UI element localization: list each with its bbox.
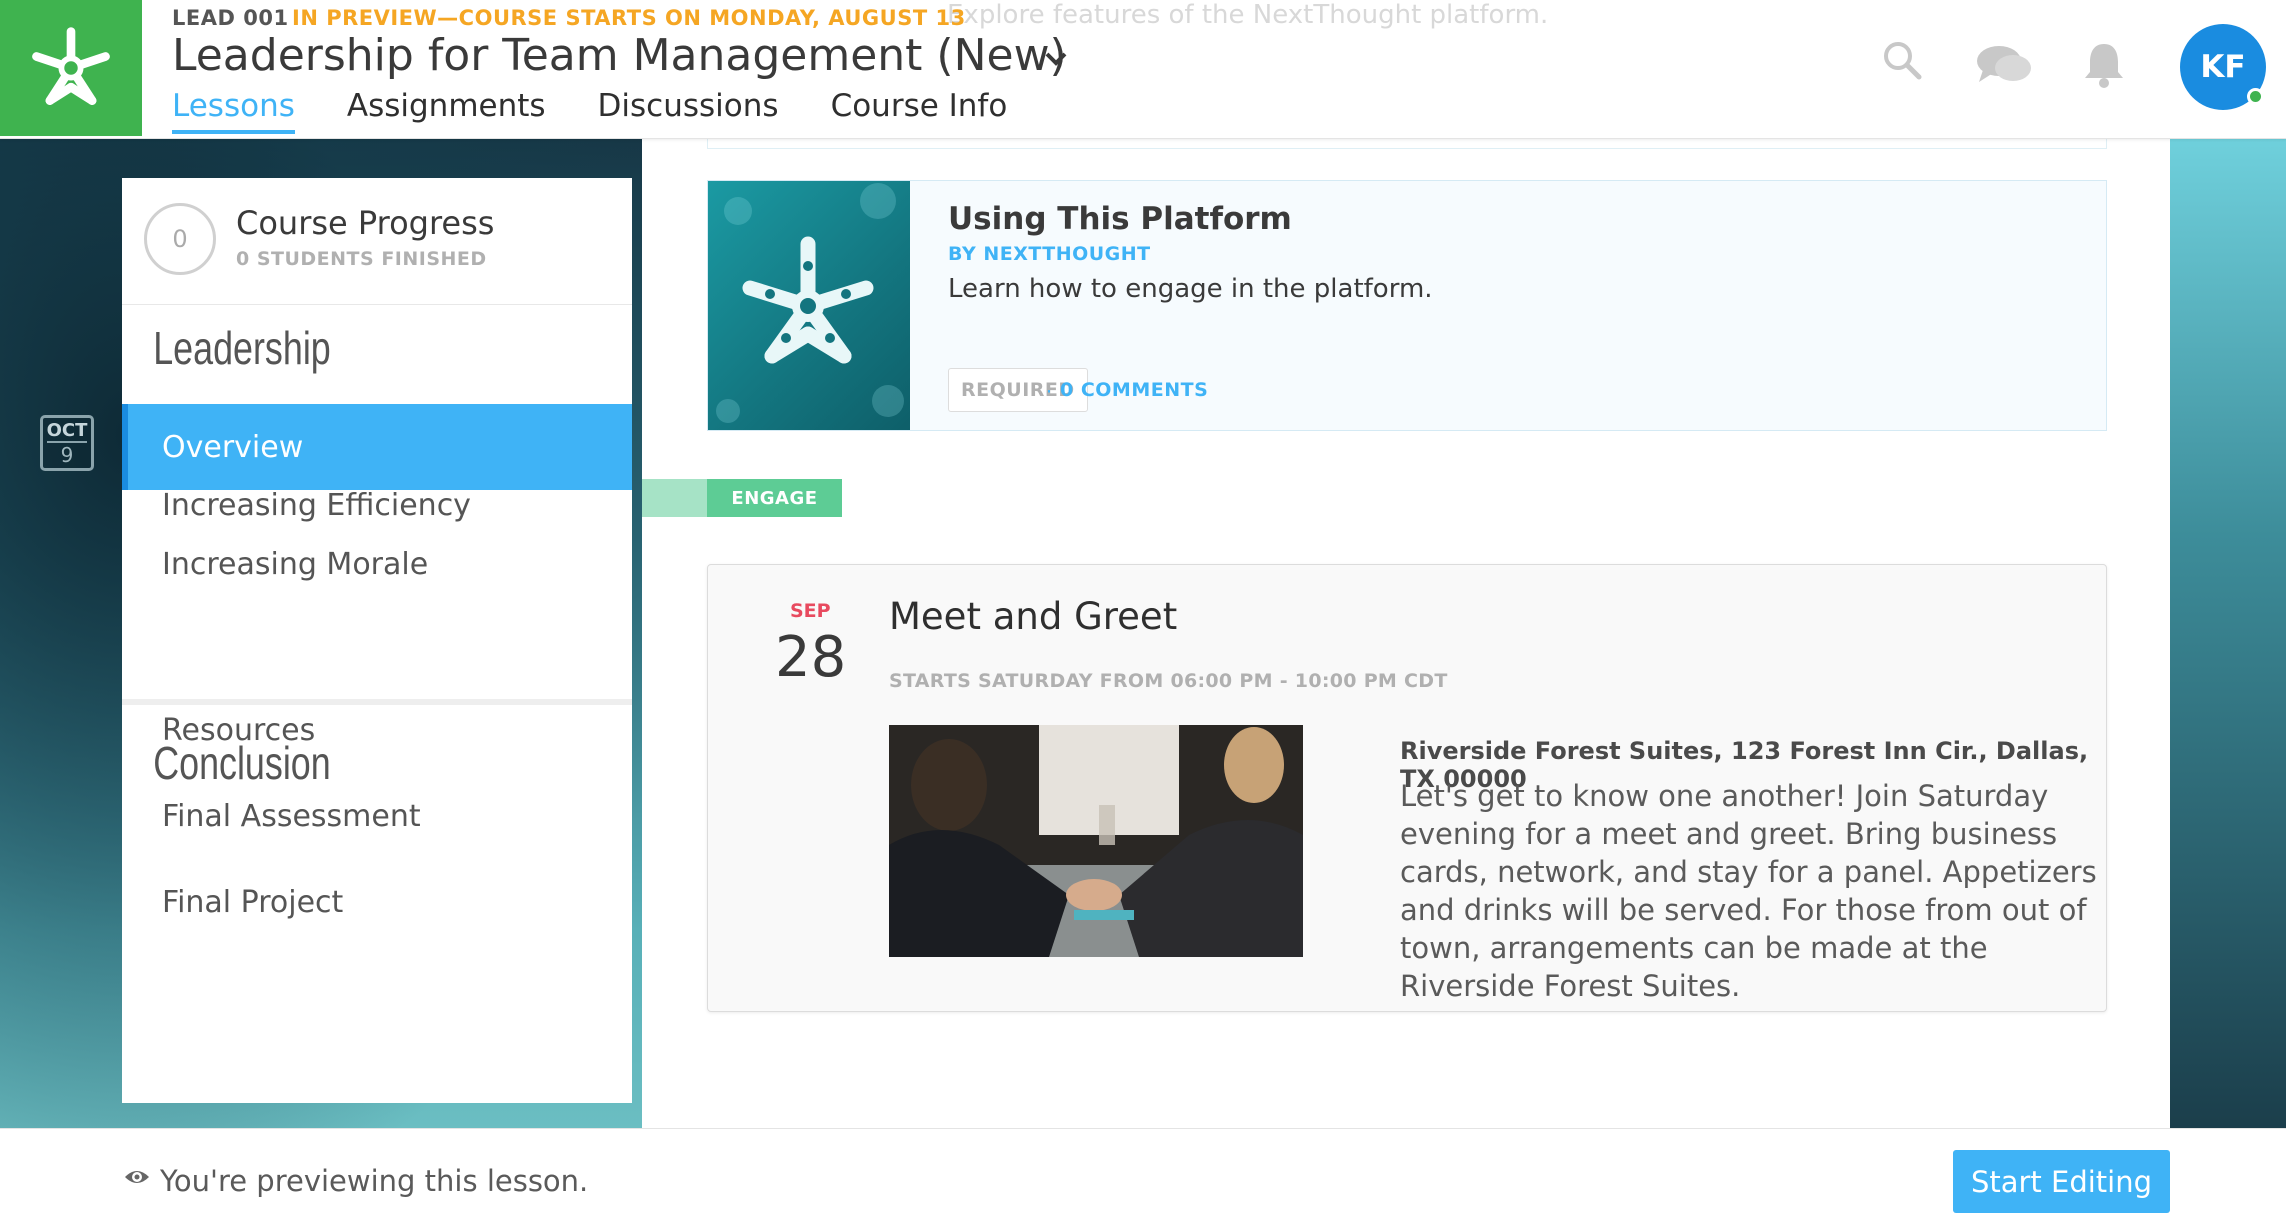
separator-dot: · <box>1046 381 1053 403</box>
tab-lessons[interactable]: Lessons <box>172 88 295 134</box>
page-background-right <box>2170 139 2286 1129</box>
chat-icon[interactable] <box>1975 44 2033 86</box>
course-title[interactable]: Leadership for Team Management (New) <box>172 30 1067 81</box>
event-time: STARTS SATURDAY FROM 06:00 PM - 10:00 PM… <box>889 670 1448 692</box>
nextthought-logo-icon <box>32 27 110 105</box>
nextthought-logo[interactable] <box>0 0 142 136</box>
comments-link[interactable]: 0 COMMENTS <box>1060 379 1208 401</box>
calendar-badge-day: 9 <box>47 441 87 467</box>
course-progress[interactable]: 0 Course Progress 0 STUDENTS FINISHED <box>122 178 632 305</box>
lesson-content: Using This Platform BY NEXTTHOUGHT Learn… <box>642 139 2170 1129</box>
handshake-photo <box>889 725 1303 957</box>
preview-note: IN PREVIEW—COURSE STARTS ON MONDAY, AUGU… <box>292 6 966 30</box>
platform-card[interactable]: Using This Platform BY NEXTTHOUGHT Learn… <box>707 180 2107 431</box>
progress-ring: 0 <box>144 203 216 275</box>
faded-background-text: Explore features of the NextThought plat… <box>947 0 1549 30</box>
chevron-down-icon[interactable] <box>1043 48 1069 70</box>
app-header: Explore features of the NextThought plat… <box>0 0 2286 139</box>
start-editing-button[interactable]: Start Editing <box>1953 1150 2170 1213</box>
platform-thumbnail <box>708 181 910 430</box>
tab-course-info[interactable]: Course Info <box>831 88 1008 134</box>
bell-icon[interactable] <box>2081 40 2127 88</box>
tab-discussions[interactable]: Discussions <box>598 88 779 134</box>
progress-title: Course Progress <box>236 204 495 242</box>
event-day: 28 <box>775 625 847 690</box>
platform-card-description: Learn how to engage in the platform. <box>948 274 1433 304</box>
sidebar-item-resources[interactable]: Resources <box>122 687 632 773</box>
event-card[interactable]: SEP 28 Meet and Greet STARTS SATURDAY FR… <box>707 564 2107 1012</box>
preview-footer: You're previewing this lesson. Start Edi… <box>0 1128 2286 1224</box>
section-label-engage: ENGAGE <box>707 479 842 517</box>
tab-assignments[interactable]: Assignments <box>347 88 546 134</box>
previous-card-edge <box>707 139 2107 149</box>
sidebar-item-increasing-morale[interactable]: Increasing Morale <box>122 521 632 607</box>
online-status-dot <box>2247 88 2264 105</box>
calendar-badge-month: OCT <box>46 420 88 441</box>
platform-card-author: BY NEXTTHOUGHT <box>948 243 1151 265</box>
event-image <box>889 725 1303 957</box>
event-title[interactable]: Meet and Greet <box>889 595 1177 638</box>
calendar-badge[interactable]: OCT 9 <box>40 415 94 471</box>
event-month: SEP <box>790 600 831 622</box>
lesson-sidebar: 0 Course Progress 0 STUDENTS FINISHED Le… <box>122 178 632 1103</box>
nextthought-star-icon <box>716 183 904 423</box>
event-description: Let's get to know one another! Join Satu… <box>1400 779 2097 1003</box>
platform-card-title[interactable]: Using This Platform <box>948 201 1292 237</box>
unit-title-leadership: Leadership <box>153 322 331 374</box>
course-tabs: Lessons Assignments Discussions Course I… <box>172 88 1007 134</box>
search-icon[interactable] <box>1882 40 1922 80</box>
sidebar-item-final-project[interactable]: Final Project <box>122 859 632 945</box>
sidebar-item-final-assessment[interactable]: Final Assessment <box>122 773 632 859</box>
preview-message: You're previewing this lesson. <box>160 1164 589 1198</box>
course-id: LEAD 001 <box>172 6 289 30</box>
progress-subtitle: 0 STUDENTS FINISHED <box>236 248 487 270</box>
eye-icon <box>125 1171 149 1183</box>
